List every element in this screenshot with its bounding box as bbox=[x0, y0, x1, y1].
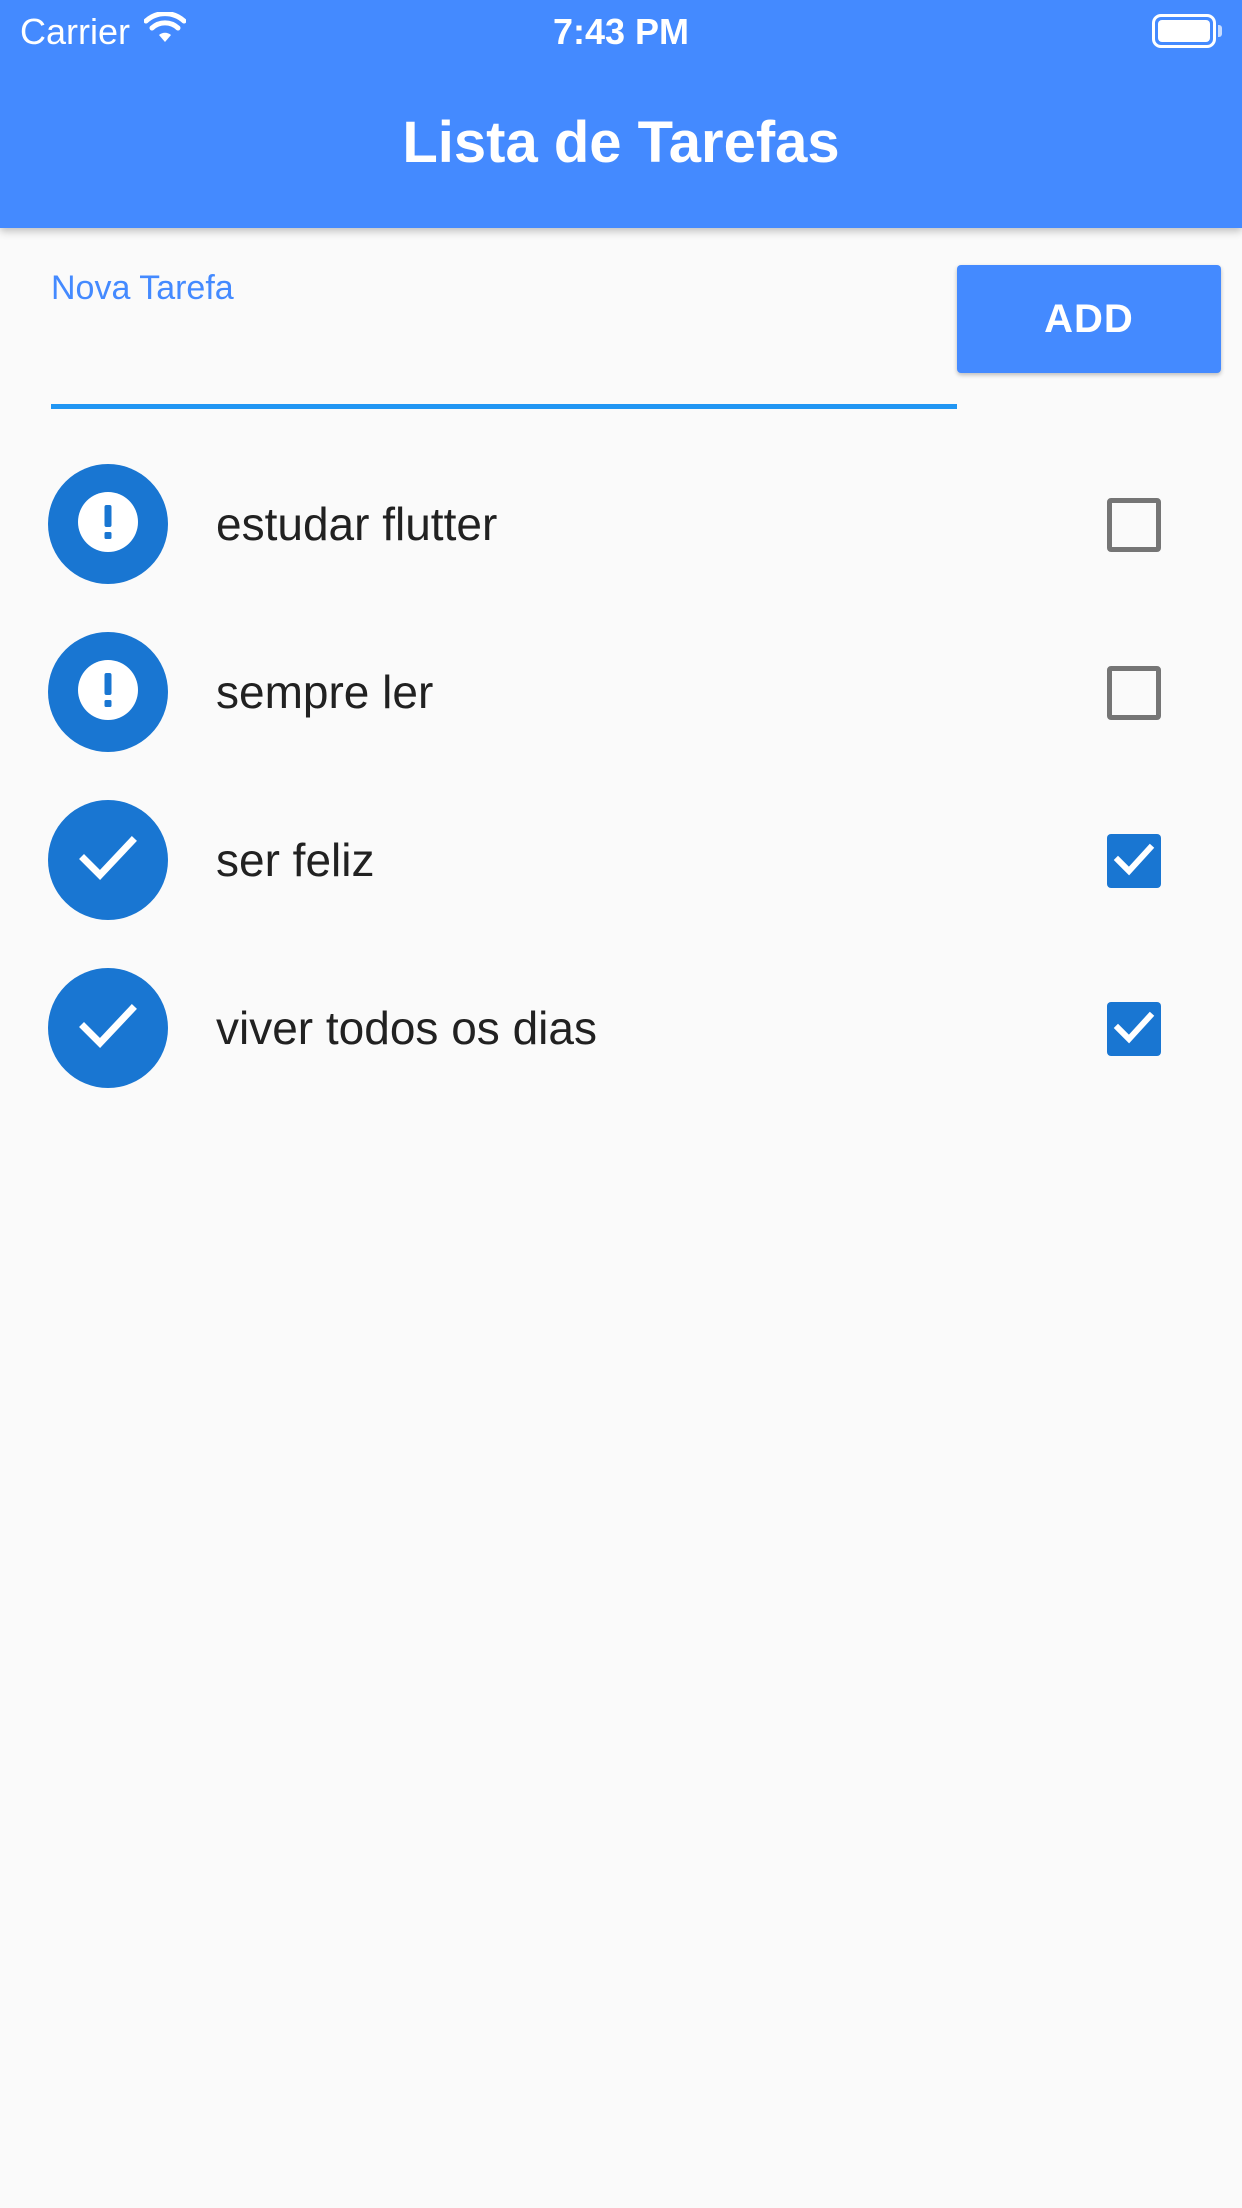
list-item[interactable]: estudar flutter bbox=[0, 440, 1242, 608]
list-item[interactable]: viver todos os dias bbox=[0, 944, 1242, 1112]
task-status-avatar bbox=[48, 632, 168, 752]
status-bar: Carrier 7:43 PM bbox=[0, 0, 1242, 60]
new-task-input[interactable] bbox=[51, 318, 957, 388]
task-list: estudar flutter sempre ler ser feliz viv… bbox=[0, 440, 1242, 1112]
task-label: sempre ler bbox=[216, 666, 434, 718]
error-icon bbox=[76, 490, 140, 559]
task-checkbox[interactable] bbox=[1107, 1002, 1161, 1056]
app-bar: Carrier 7:43 PM Lista de Tarefas bbox=[0, 0, 1242, 228]
task-label: viver todos os dias bbox=[216, 1002, 597, 1054]
list-item[interactable]: sempre ler bbox=[0, 608, 1242, 776]
new-task-form: Nova Tarefa ADD bbox=[0, 228, 1242, 428]
task-checkbox[interactable] bbox=[1107, 666, 1161, 720]
task-status-avatar bbox=[48, 800, 168, 920]
task-status-avatar bbox=[48, 968, 168, 1088]
battery-icon bbox=[1152, 14, 1222, 48]
page-title: Lista de Tarefas bbox=[402, 110, 840, 175]
new-task-underline bbox=[51, 404, 957, 409]
check-icon bbox=[78, 828, 138, 893]
task-label: ser feliz bbox=[216, 834, 375, 886]
task-checkbox[interactable] bbox=[1107, 498, 1161, 552]
task-status-avatar bbox=[48, 464, 168, 584]
checkbox-check-icon bbox=[1113, 1006, 1155, 1053]
status-time: 7:43 PM bbox=[552, 11, 690, 52]
new-task-label: Nova Tarefa bbox=[51, 269, 234, 307]
task-label: estudar flutter bbox=[216, 498, 498, 550]
checkbox-check-icon bbox=[1113, 838, 1155, 885]
check-icon bbox=[78, 996, 138, 1061]
list-item[interactable]: ser feliz bbox=[0, 776, 1242, 944]
add-task-button[interactable]: ADD bbox=[957, 265, 1221, 373]
error-icon bbox=[76, 658, 140, 727]
task-checkbox[interactable] bbox=[1107, 834, 1161, 888]
